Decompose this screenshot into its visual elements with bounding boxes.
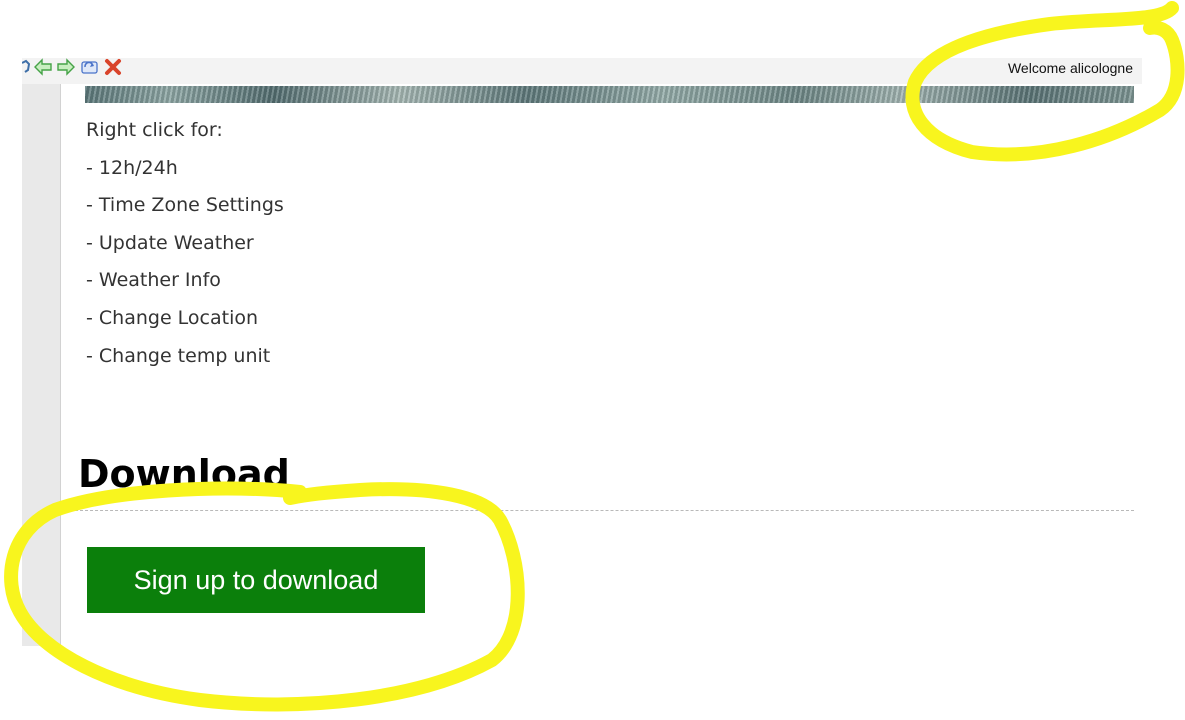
right-click-instructions: Right click for: - 12h/24h - Time Zone S… [86, 115, 284, 378]
nav-icons [21, 58, 125, 80]
instruction-item: - Change Location [86, 306, 259, 329]
header-banner-image [85, 86, 1134, 103]
download-heading: Download [78, 452, 290, 496]
instructions-intro: Right click for: [86, 119, 223, 141]
left-gutter [22, 78, 61, 646]
welcome-text: Welcome alicologne [1007, 60, 1133, 76]
sign-up-to-download-button[interactable]: Sign up to download [87, 547, 425, 613]
instruction-item: - 12h/24h [86, 156, 178, 179]
forward-arrow-icon[interactable] [56, 58, 76, 80]
instruction-item: - Change temp unit [86, 344, 271, 367]
section-divider [60, 510, 1134, 511]
page-icon[interactable] [21, 58, 31, 80]
browser-toolbar: Welcome alicologne [21, 58, 1142, 84]
instruction-item: - Update Weather [86, 231, 254, 254]
refresh-icon[interactable] [79, 58, 101, 80]
instruction-item: - Time Zone Settings [86, 194, 284, 217]
close-icon[interactable] [104, 58, 122, 80]
instruction-item: - Weather Info [86, 269, 221, 292]
back-arrow-icon[interactable] [33, 58, 53, 80]
